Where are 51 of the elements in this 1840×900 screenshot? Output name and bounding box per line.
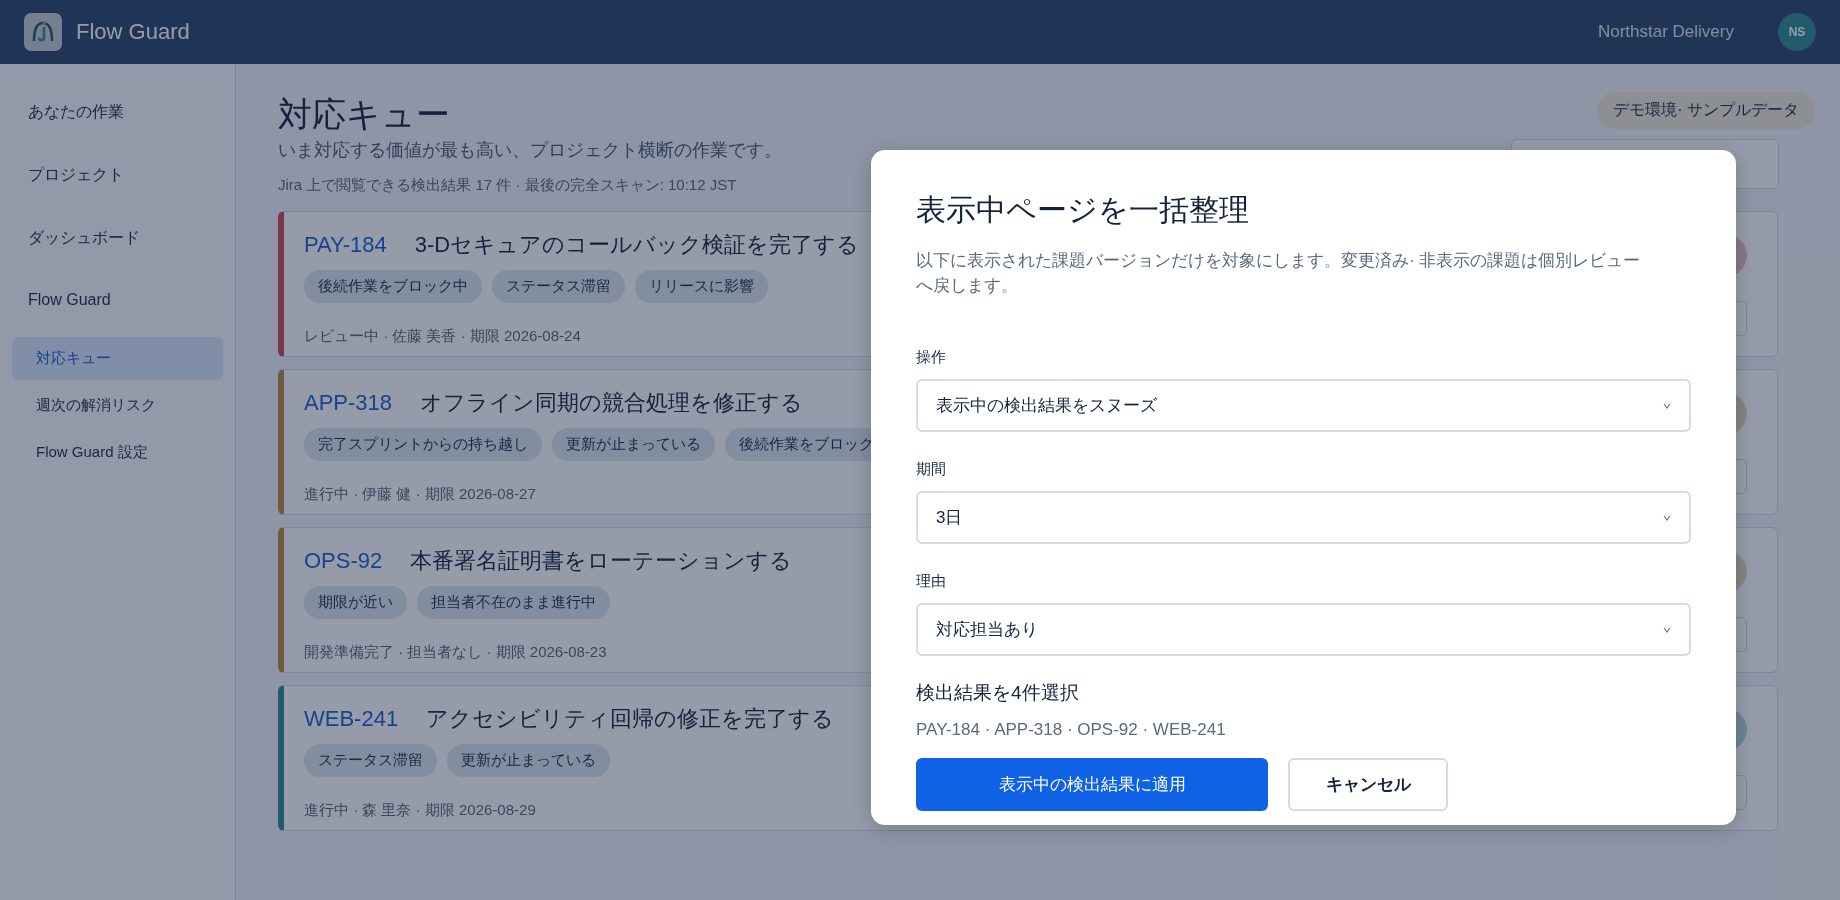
issue-title: オフライン同期の競合処理を修正する [420, 388, 804, 417]
issue-title: 本番署名証明書をローテーションする [410, 546, 793, 575]
issue-meta: 開発準備完了 · 担当者なし · 期限 2026-08-23 [304, 642, 608, 662]
issue-key-link[interactable]: OPS-92 [304, 547, 383, 574]
issue-key-link[interactable]: APP-318 [304, 389, 393, 416]
caret-icon [1663, 402, 1671, 409]
apply-button[interactable]: 表示中の検出結果に適用 [916, 758, 1268, 812]
nav-item[interactable]: プロジェクト [12, 151, 223, 200]
workspace-name[interactable]: Northstar Delivery [1597, 22, 1734, 42]
issue-tag: 更新が止まっている [552, 427, 715, 461]
issue-meta: 進行中 · 森 里奈 · 期限 2026-08-29 [304, 800, 537, 820]
issue-tag: 担当者不在のまま進行中 [417, 585, 610, 619]
page-title: 対応キュー [278, 94, 451, 135]
select-field[interactable]: 表示中の検出結果をスヌーズ [916, 379, 1691, 433]
issue-tag: 完了スプリントからの持ち越し [304, 427, 542, 461]
select-field[interactable]: 対応担当あり [916, 603, 1691, 657]
select-field[interactable]: 3日 [916, 491, 1691, 545]
issue-tag: 後続作業をブロック中 [304, 269, 482, 303]
page-subtitle: いま対応する価値が最も高い、プロジェクト横断の作業です。 [278, 138, 782, 162]
issue-tag: ステータス滞留 [492, 269, 625, 303]
selection-title: 検出結果を4件選択 [916, 681, 1080, 706]
issue-tag: 期限が近い [304, 585, 407, 619]
issue-tag: リリースに影響 [635, 269, 768, 303]
nav-item[interactable]: Flow Guard [12, 277, 223, 323]
logo-icon [24, 13, 62, 51]
issue-meta: 進行中 · 伊藤 健 · 期限 2026-08-27 [304, 484, 537, 504]
nav-item[interactable]: あなたの作業 [12, 88, 223, 137]
nav-subitem[interactable]: 週次の解消リスク [12, 384, 223, 427]
dialog-description: 以下に表示された課題バージョンだけを対象にします。変更済み· 非表示の課題は個別レビューへ戻します。 [916, 250, 1642, 297]
issue-title: アクセシビリティ回帰の修正を完了する [426, 704, 835, 733]
issue-key-link[interactable]: PAY-184 [304, 231, 387, 258]
caret-icon [1663, 626, 1671, 633]
nav-item[interactable]: ダッシュボード [12, 214, 223, 263]
issue-tag: ステータス滞留 [304, 743, 437, 777]
field-label: 理由 [916, 572, 947, 592]
caret-icon [1663, 514, 1671, 521]
issue-key-link[interactable]: WEB-241 [304, 705, 399, 732]
nav-subitem[interactable]: Flow Guard 設定 [12, 431, 223, 474]
selection-list: PAY-184 · APP-318 · OPS-92 · WEB-241 [916, 720, 1691, 741]
demo-badge: デモ環境· サンプルデータ [1597, 92, 1815, 129]
issue-title: 3-Dセキュアのコールバック検証を完了する [414, 230, 860, 259]
user-avatar[interactable]: NS [1778, 13, 1816, 51]
field-label: 期間 [916, 460, 947, 480]
dialog-title: 表示中ページを一括整理 [916, 192, 1250, 228]
app-name: Flow Guard [76, 19, 190, 45]
issue-meta: レビュー中 · 佐藤 美香 · 期限 2026-08-24 [304, 326, 582, 346]
field-label: 操作 [916, 348, 947, 368]
cancel-button[interactable]: キャンセル [1288, 758, 1448, 812]
scan-summary: Jira 上で閲覧できる検出結果 17 件 · 最後の完全スキャン: 10:12 JST [278, 175, 738, 195]
nav-subitem[interactable]: 対応キュー [12, 337, 223, 380]
issue-tag: 更新が止まっている [447, 743, 610, 777]
